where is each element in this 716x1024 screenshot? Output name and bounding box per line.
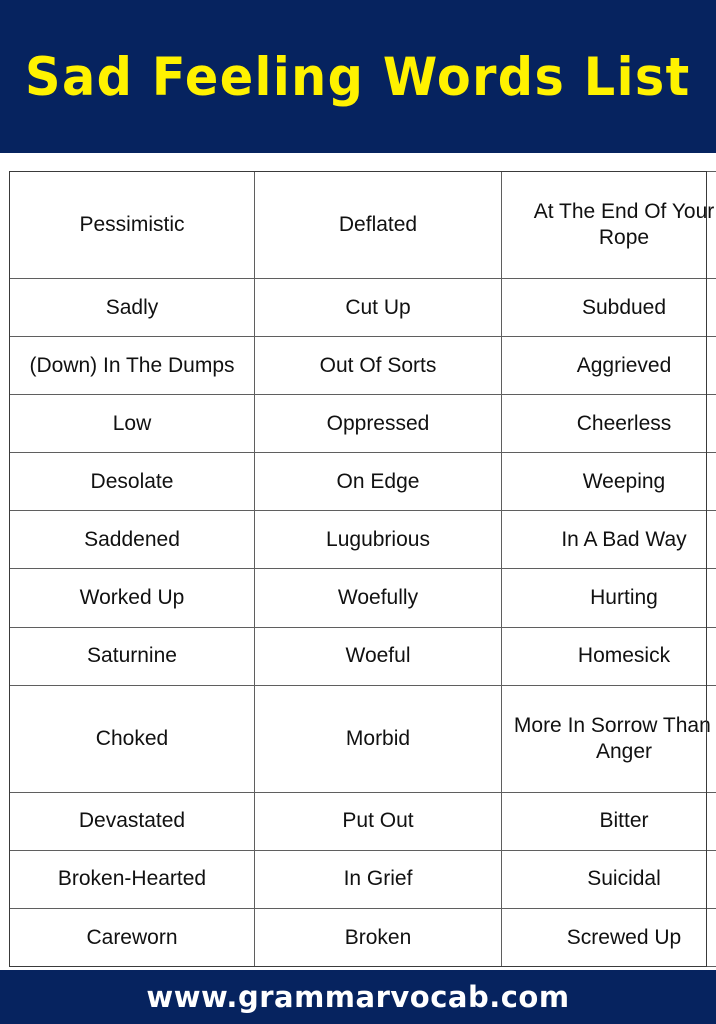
- table-row: Low Oppressed Cheerless: [9, 394, 716, 454]
- word-cell: Sadly: [9, 277, 255, 337]
- word-cell: More In Sorrow Than In Anger: [501, 684, 716, 793]
- word-cell: Out Of Sorts: [254, 335, 502, 396]
- footer-banner: www.grammarvocab.com: [0, 970, 716, 1024]
- word-cell: Saddened: [9, 510, 255, 570]
- word-list-table-container: Pessimistic Deflated At The End Of Your Ro…: [9, 171, 716, 968]
- table-row: Broken-Hearted In Grief Suicidal: [9, 849, 716, 909]
- word-cell: Deflated: [254, 171, 502, 279]
- word-cell: Aggrieved: [501, 335, 716, 396]
- word-cell: Pessimistic: [9, 171, 255, 279]
- word-cell: Suicidal: [501, 849, 716, 909]
- table-row: Choked Morbid More In Sorrow Than In Anger: [9, 684, 716, 793]
- word-cell: Saturnine: [9, 626, 255, 686]
- word-cell: Low: [9, 394, 255, 454]
- word-cell: On Edge: [254, 452, 502, 512]
- word-cell: Broken: [254, 907, 502, 968]
- table-row: Worked Up Woefully Hurting: [9, 568, 716, 628]
- word-cell: At The End Of Your Rope: [501, 171, 716, 279]
- word-cell: (Down) In The Dumps: [9, 335, 255, 396]
- table-row: Careworn Broken Screwed Up: [9, 907, 716, 968]
- word-cell: In Grief: [254, 849, 502, 909]
- table-row: Saturnine Woeful Homesick: [9, 626, 716, 686]
- word-cell: Weeping: [501, 452, 716, 512]
- word-cell: Homesick: [501, 626, 716, 686]
- word-cell: Cut Up: [254, 277, 502, 337]
- word-cell: Careworn: [9, 907, 255, 968]
- word-cell: Oppressed: [254, 394, 502, 454]
- table-row: Desolate On Edge Weeping: [9, 452, 716, 512]
- word-cell: Hurting: [501, 568, 716, 628]
- word-cell: Woeful: [254, 626, 502, 686]
- table-row: Pessimistic Deflated At The End Of Your Ro…: [9, 171, 716, 279]
- table-row: Saddened Lugubrious In A Bad Way: [9, 510, 716, 570]
- table-row: (Down) In The Dumps Out Of Sorts Aggrieved: [9, 335, 716, 396]
- word-cell: Choked: [9, 684, 255, 793]
- word-cell: Desolate: [9, 452, 255, 512]
- word-cell: Put Out: [254, 791, 502, 851]
- website-url: www.grammarvocab.com: [146, 979, 570, 1014]
- table-row: Sadly Cut Up Subdued: [9, 277, 716, 337]
- page-title: Sad Feeling Words List: [25, 47, 691, 108]
- word-cell: Broken-Hearted: [9, 849, 255, 909]
- word-cell: In A Bad Way: [501, 510, 716, 570]
- word-cell: Morbid: [254, 684, 502, 793]
- word-cell: Cheerless: [501, 394, 716, 454]
- header-banner: Sad Feeling Words List: [0, 0, 716, 153]
- word-cell: Devastated: [9, 791, 255, 851]
- word-list-table-body: Pessimistic Deflated At The End Of Your Ro…: [9, 171, 716, 968]
- table-row: Devastated Put Out Bitter: [9, 791, 716, 851]
- word-cell: Lugubrious: [254, 510, 502, 570]
- word-list-table: Pessimistic Deflated At The End Of Your Ro…: [9, 171, 716, 968]
- word-cell: Woefully: [254, 568, 502, 628]
- word-cell: Worked Up: [9, 568, 255, 628]
- word-cell: Subdued: [501, 277, 716, 337]
- word-cell: Screwed Up: [501, 907, 716, 968]
- word-cell: Bitter: [501, 791, 716, 851]
